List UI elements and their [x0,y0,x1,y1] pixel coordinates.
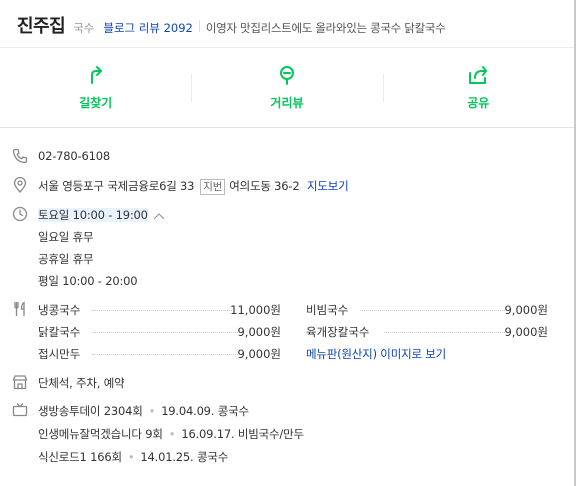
place-title: 진주집 [17,16,66,37]
address-row: 서울 영등포구 국제금융로6길 33 지번 여의도동 36-2 지도보기 [38,178,349,195]
place-description: 이영자 맛집리스트에도 올라와있는 콩국수 닭칼국수 [205,21,446,35]
street-view-label: 거리뷰 [270,95,304,110]
blog-review-link[interactable]: 블로그 리뷰 2092 [103,20,192,36]
tv-show: 인생메뉴잘먹겠습니다 9회 [38,427,163,441]
jibun-tag: 지번 [200,179,226,195]
menu-item-price: 9,000원 [504,325,548,339]
utensils-icon [12,301,28,317]
street-view-button[interactable]: 거리뷰 [191,48,382,127]
share-label: 공유 [467,95,490,110]
menu-item-price: 9,000원 [237,325,281,339]
road-address: 서울 영등포구 국제금융로6길 33 [38,179,195,193]
share-button[interactable]: 공유 [382,48,574,127]
action-bar: 길찾기 거리뷰 공유 [0,48,574,127]
tv-show: 식신로드1 166회 [38,450,122,464]
tv-info: 19.04.09. 콩국수 [161,404,249,418]
tv-show: 생방송투데이 2304회 [38,404,143,418]
menu-dotted-line [92,332,238,333]
tv-icon [12,402,28,418]
menu-item-name: 냉콩국수 [38,303,81,317]
jibun-address: 여의도동 36-2 [229,179,300,193]
clock-icon [12,206,28,222]
street-view-icon [277,65,297,88]
place-header: 진주집 국수 블로그 리뷰 2092 이영자 맛집리스트에도 올라와있는 콩국수… [17,12,446,40]
menu-item-price: 9,000원 [237,347,281,361]
header-separator [198,20,200,32]
chevron-up-icon [151,208,165,222]
tv-info: 16.09.17. 비빔국수/만두 [181,427,304,441]
facilities-text: 단체석, 주차, 예약 [38,376,125,390]
phone-number[interactable]: 02-780-6108 [38,149,110,163]
menu-item-name: 접시만두 [38,347,81,361]
directions-icon [86,65,106,88]
hours-line: 평일 10:00 - 20:00 [38,274,138,288]
menu-dotted-line [360,310,505,311]
place-category: 국수 [73,21,95,35]
tv-appearance-row: 인생메뉴잘먹겠습니다 9회 • 16.09.17. 비빔국수/만두 [38,427,304,441]
menu-dotted-line [384,332,505,333]
menu-item-name: 비빔국수 [306,303,349,317]
phone-icon [12,148,28,164]
store-icon [12,374,28,390]
menu-image-link[interactable]: 메뉴판(원산지) 이미지로 보기 [306,346,446,362]
menu-item-name: 닭칼국수 [38,325,81,339]
map-view-link[interactable]: 지도보기 [307,179,349,193]
menu-dotted-line [92,310,232,311]
menu-dotted-line [92,354,238,355]
info-divider [0,127,574,128]
share-icon [468,65,488,88]
location-pin-icon [12,176,28,193]
menu-item-name: 육개장칼국수 [306,325,370,339]
menu-item-price: 11,000원 [230,303,281,317]
tv-info: 14.01.25. 콩국수 [140,450,229,464]
directions-label: 길찾기 [79,95,113,110]
tv-appearance-row: 식신로드1 166회 • 14.01.25. 콩국수 [38,450,229,464]
hours-line: 일요일 휴무 [38,230,94,244]
directions-button[interactable]: 길찾기 [0,48,191,127]
tv-appearance-row: 생방송투데이 2304회 • 19.04.09. 콩국수 [38,404,249,418]
hours-line: 공휴일 휴무 [38,252,94,266]
menu-item-price: 9,000원 [504,303,548,317]
hours-toggle[interactable]: 토요일 10:00 - 19:00 [38,207,165,223]
hours-current: 토요일 10:00 - 19:00 [38,208,148,222]
